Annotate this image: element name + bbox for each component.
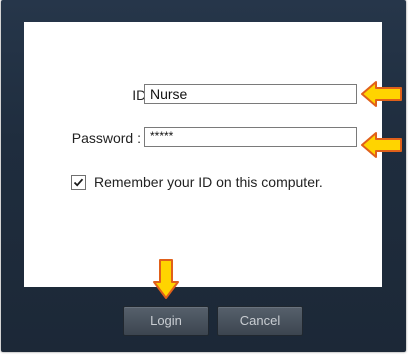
arrow-down-icon <box>153 259 179 299</box>
arrow-left-icon <box>361 132 402 158</box>
arrow-left-icon <box>361 81 402 107</box>
id-label: ID : <box>132 87 154 103</box>
login-button[interactable]: Login <box>123 306 209 336</box>
remember-id-checkbox[interactable] <box>71 175 86 190</box>
id-input[interactable]: Nurse <box>144 84 357 104</box>
login-form-panel: ID : Nurse Password : ***** Remember you… <box>24 22 382 287</box>
cancel-button[interactable]: Cancel <box>217 306 303 336</box>
password-label: Password : <box>71 130 141 146</box>
checkmark-icon <box>73 178 84 187</box>
password-input[interactable]: ***** <box>144 127 357 147</box>
remember-id-label: Remember your ID on this computer. <box>94 174 323 190</box>
